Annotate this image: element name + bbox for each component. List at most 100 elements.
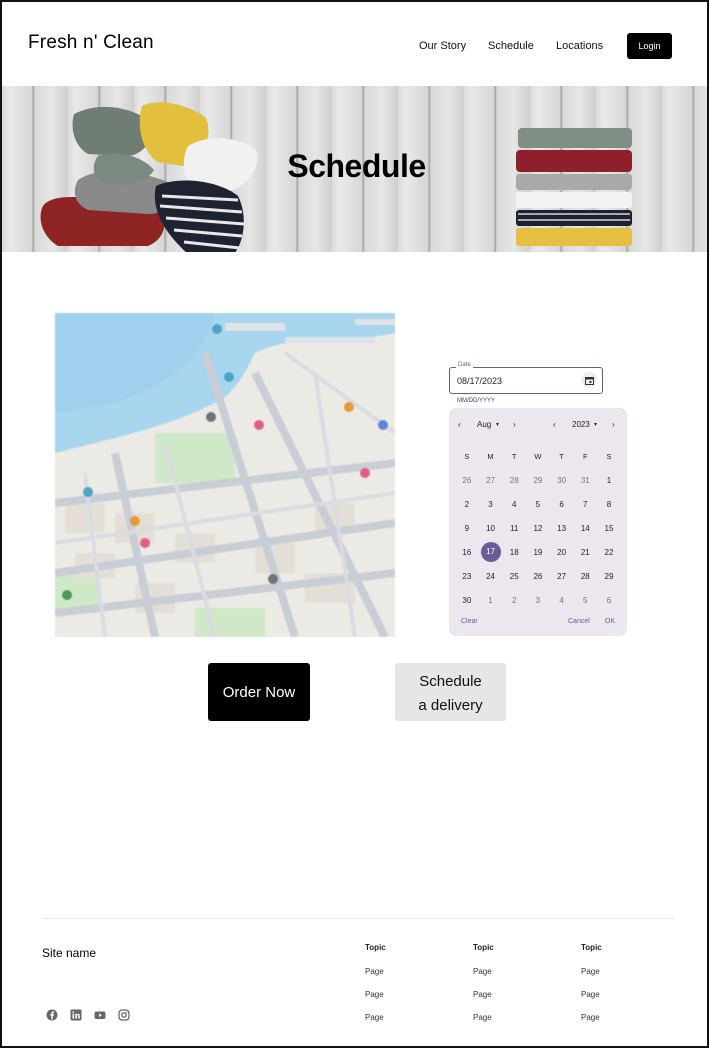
calendar-day[interactable]: 25 bbox=[502, 572, 526, 581]
nav-our-story[interactable]: Our Story bbox=[419, 40, 466, 52]
calendar-day-label: 8 bbox=[606, 499, 612, 509]
calendar-day[interactable]: 3 bbox=[526, 596, 550, 605]
calendar-day[interactable]: 3 bbox=[479, 500, 503, 509]
calendar-day-selected[interactable]: 17 bbox=[479, 542, 503, 562]
year-dropdown-icon[interactable]: ▾ bbox=[594, 421, 597, 428]
calendar-week-row: 2 3 4 5 6 7 8 bbox=[455, 492, 621, 516]
calendar-day[interactable]: 7 bbox=[573, 500, 597, 509]
calendar-day[interactable]: 27 bbox=[550, 572, 574, 581]
prev-year-icon[interactable]: ‹ bbox=[553, 420, 556, 429]
calendar-day[interactable]: 4 bbox=[502, 500, 526, 509]
calendar-day[interactable]: 4 bbox=[550, 596, 574, 605]
calendar-day[interactable]: 21 bbox=[573, 548, 597, 557]
calendar-day-label: 20 bbox=[557, 547, 567, 557]
calendar-day-label: 2 bbox=[511, 595, 517, 605]
order-now-button[interactable]: Order Now bbox=[208, 663, 310, 721]
footer-link[interactable]: Page bbox=[473, 1013, 494, 1022]
ok-button[interactable]: OK bbox=[605, 618, 615, 625]
calendar-day[interactable]: 30 bbox=[550, 476, 574, 485]
calendar-day[interactable]: 19 bbox=[526, 548, 550, 557]
calendar-day[interactable]: 22 bbox=[597, 548, 621, 557]
calendar-day[interactable]: 18 bbox=[502, 548, 526, 557]
calendar-day[interactable]: 15 bbox=[597, 524, 621, 533]
calendar-day[interactable]: 27 bbox=[479, 476, 503, 485]
calendar-day[interactable]: 26 bbox=[526, 572, 550, 581]
calendar-day[interactable]: 5 bbox=[526, 500, 550, 509]
calendar-day-label: 31 bbox=[580, 475, 590, 485]
calendar-day[interactable]: 5 bbox=[573, 596, 597, 605]
footer-link[interactable]: Page bbox=[365, 990, 386, 999]
footer-link[interactable]: Page bbox=[581, 1013, 602, 1022]
page-frame: Fresh n' Clean Our Story Schedule Locati… bbox=[0, 0, 709, 1048]
date-input[interactable]: Date 08/17/2023 bbox=[449, 362, 603, 394]
calendar-day-label: 27 bbox=[557, 571, 567, 581]
calendar-icon[interactable] bbox=[581, 372, 597, 388]
linkedin-icon[interactable] bbox=[70, 1009, 82, 1021]
calendar-day-label: 7 bbox=[583, 499, 588, 509]
calendar-day[interactable]: 29 bbox=[597, 572, 621, 581]
calendar-day[interactable]: 20 bbox=[550, 548, 574, 557]
calendar-day-label: 24 bbox=[486, 571, 495, 581]
calendar-day-label: 30 bbox=[557, 475, 567, 485]
clear-button[interactable]: Clear bbox=[461, 618, 478, 625]
calendar-day-label: 1 bbox=[488, 595, 493, 605]
map-view[interactable] bbox=[55, 313, 395, 637]
prev-month-icon[interactable]: ‹ bbox=[458, 420, 461, 429]
login-button[interactable]: Login bbox=[627, 33, 672, 59]
footer-topic: Topic bbox=[581, 943, 602, 952]
calendar-day[interactable]: 10 bbox=[479, 524, 503, 533]
calendar-day-label: 26 bbox=[533, 571, 543, 581]
calendar-day[interactable]: 31 bbox=[573, 476, 597, 485]
calendar-day[interactable]: 6 bbox=[550, 500, 574, 509]
footer-link[interactable]: Page bbox=[473, 990, 494, 999]
facebook-icon[interactable] bbox=[46, 1009, 58, 1021]
month-dropdown-icon[interactable]: ▾ bbox=[496, 421, 499, 428]
weekday-label: F bbox=[582, 451, 588, 461]
calendar-day[interactable]: 1 bbox=[479, 596, 503, 605]
cancel-button[interactable]: Cancel bbox=[568, 618, 590, 625]
calendar-day[interactable]: 6 bbox=[597, 596, 621, 605]
next-month-icon[interactable]: › bbox=[513, 420, 516, 429]
footer-link[interactable]: Page bbox=[581, 967, 602, 976]
calendar-day[interactable]: 26 bbox=[455, 476, 479, 485]
calendar-day[interactable]: 24 bbox=[479, 572, 503, 581]
calendar-day-label: 18 bbox=[509, 547, 519, 557]
calendar-day[interactable]: 16 bbox=[455, 548, 479, 557]
calendar-day[interactable]: 11 bbox=[502, 524, 526, 533]
calendar-day[interactable]: 29 bbox=[526, 476, 550, 485]
calendar-day[interactable]: 1 bbox=[597, 476, 621, 485]
year-select[interactable]: 2023 bbox=[572, 420, 590, 429]
calendar-day-label: 5 bbox=[535, 499, 541, 509]
footer-column-2: Topic Page Page Page bbox=[473, 943, 494, 1036]
calendar-day[interactable]: 12 bbox=[526, 524, 550, 533]
calendar-day[interactable]: 28 bbox=[573, 572, 597, 581]
footer-link[interactable]: Page bbox=[581, 990, 602, 999]
calendar-day[interactable]: 23 bbox=[455, 572, 479, 581]
calendar-day-label: 1 bbox=[606, 475, 612, 485]
youtube-icon[interactable] bbox=[94, 1009, 106, 1021]
calendar-week-row: 23 24 25 26 27 28 29 bbox=[455, 564, 621, 588]
calendar-day[interactable]: 14 bbox=[573, 524, 597, 533]
nav-schedule[interactable]: Schedule bbox=[488, 40, 534, 52]
brand-logo[interactable]: Fresh n' Clean bbox=[28, 32, 154, 54]
calendar-popup: ‹ Aug ▾ › ‹ 2023 ▾ › S M T W T F S 26 27 28 29 30 31… bbox=[449, 408, 627, 636]
calendar-day-label: 14 bbox=[580, 523, 590, 533]
calendar-day[interactable]: 8 bbox=[597, 500, 621, 509]
footer-link[interactable]: Page bbox=[365, 967, 386, 976]
calendar-day[interactable]: 9 bbox=[455, 524, 479, 533]
calendar-day[interactable]: 13 bbox=[550, 524, 574, 533]
schedule-button-line1: Schedule bbox=[419, 673, 482, 690]
calendar-day[interactable]: 2 bbox=[455, 500, 479, 509]
calendar-day[interactable]: 28 bbox=[502, 476, 526, 485]
calendar-day[interactable]: 30 bbox=[455, 596, 479, 605]
nav-locations[interactable]: Locations bbox=[556, 40, 603, 52]
schedule-delivery-button[interactable]: Schedule a delivery bbox=[395, 663, 506, 721]
instagram-icon[interactable] bbox=[118, 1009, 130, 1021]
calendar-day-label: 29 bbox=[604, 571, 614, 581]
calendar-day[interactable]: 2 bbox=[502, 596, 526, 605]
next-year-icon[interactable]: › bbox=[612, 420, 615, 429]
footer-link[interactable]: Page bbox=[473, 967, 494, 976]
calendar-day-label: 13 bbox=[557, 523, 567, 533]
month-select[interactable]: Aug bbox=[477, 420, 491, 429]
footer-link[interactable]: Page bbox=[365, 1013, 386, 1022]
